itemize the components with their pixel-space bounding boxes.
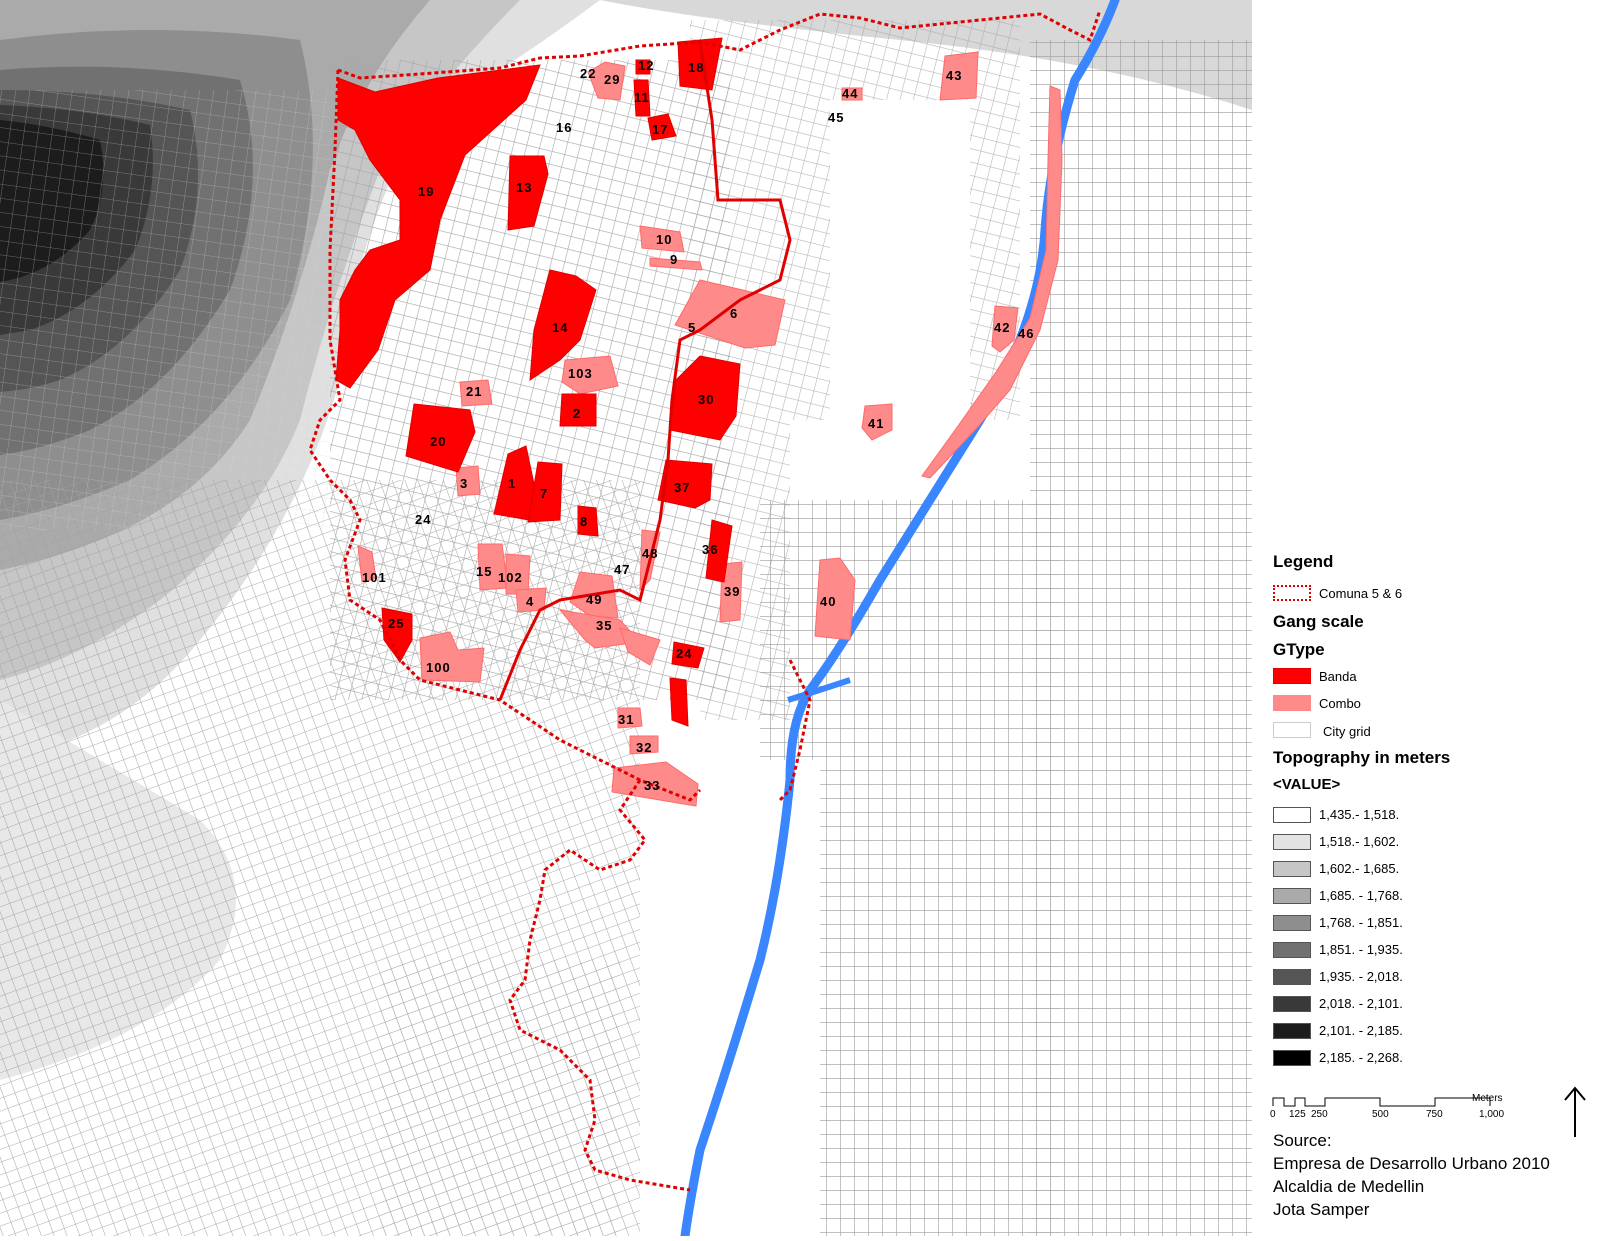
source-heading: Source: <box>1273 1131 1332 1150</box>
topo-label-2: 1,518.- 1,602. <box>1319 834 1400 849</box>
label-30: 30 <box>698 392 714 407</box>
boundary-label: Comuna 5 & 6 <box>1319 586 1403 601</box>
label-15: 15 <box>476 564 492 579</box>
label-102: 102 <box>498 570 523 585</box>
label-22: 22 <box>580 66 596 81</box>
label-7: 7 <box>540 486 548 501</box>
city-grid-label: City grid <box>1323 724 1371 739</box>
label-101: 101 <box>362 570 387 585</box>
label-29: 29 <box>604 72 620 87</box>
label-37: 37 <box>674 480 690 495</box>
banda-label: Banda <box>1319 669 1357 684</box>
topo-swatch-8 <box>1273 996 1311 1012</box>
value-label: <VALUE> <box>1273 776 1341 793</box>
label-103: 103 <box>568 366 593 381</box>
label-21: 21 <box>466 384 482 399</box>
banda-swatch <box>1273 668 1311 684</box>
map-canvas[interactable]: 19 18 13 14 20 30 37 1 7 8 2 36 25 24 17… <box>0 0 1252 1241</box>
source-line-2: Alcaldia de Medellin <box>1273 1177 1425 1196</box>
legend-title: Legend <box>1273 552 1334 571</box>
topo-swatch-10 <box>1273 1050 1311 1066</box>
label-2: 2 <box>573 406 581 421</box>
gtype-label: GType <box>1273 640 1325 659</box>
label-44: 44 <box>842 86 858 101</box>
source-line-1: Empresa de Desarrollo Urbano 2010 <box>1273 1154 1550 1173</box>
topo-swatch-7 <box>1273 969 1311 985</box>
label-18: 18 <box>688 60 704 75</box>
label-35: 35 <box>596 618 612 633</box>
scale-tick-125: 125 <box>1289 1109 1306 1120</box>
label-42: 42 <box>994 320 1010 335</box>
label-43: 43 <box>946 68 962 83</box>
combo-label: Combo <box>1319 696 1361 711</box>
label-100: 100 <box>426 660 451 675</box>
label-20: 20 <box>430 434 446 449</box>
topo-label-9: 2,101. - 2,185. <box>1319 1023 1403 1038</box>
label-45: 45 <box>828 110 844 125</box>
topo-label-8: 2,018. - 2,101. <box>1319 996 1403 1011</box>
scale-tick-750: 750 <box>1426 1109 1443 1120</box>
label-3: 3 <box>460 476 468 491</box>
label-33: 33 <box>644 778 660 793</box>
north-arrow-icon <box>1564 1086 1586 1137</box>
label-25: 25 <box>388 616 404 631</box>
topo-label-10: 2,185. - 2,268. <box>1319 1050 1403 1065</box>
topo-label-6: 1,851. - 1,935. <box>1319 942 1403 957</box>
topo-label-1: 1,435.- 1,518. <box>1319 807 1400 822</box>
label-40: 40 <box>820 594 836 609</box>
label-5: 5 <box>688 320 696 335</box>
city-grid-swatch <box>1273 722 1311 738</box>
label-39: 39 <box>724 584 740 599</box>
scale-unit: Meters <box>1472 1093 1503 1104</box>
label-16: 16 <box>556 120 572 135</box>
label-31: 31 <box>618 712 634 727</box>
scale-tick-1000: 1,000 <box>1479 1109 1505 1120</box>
zone-unlabeled <box>669 677 689 727</box>
label-12: 12 <box>638 58 654 73</box>
topo-swatch-6 <box>1273 942 1311 958</box>
topo-swatch-9 <box>1273 1023 1311 1039</box>
topography-title: Topography in meters <box>1273 748 1451 767</box>
label-8: 8 <box>580 514 588 529</box>
label-9: 9 <box>670 252 678 267</box>
label-36: 36 <box>702 542 718 557</box>
scale-tick-250: 250 <box>1311 1109 1328 1120</box>
combo-swatch <box>1273 695 1311 711</box>
topo-swatch-1 <box>1273 807 1311 823</box>
scale-tick-0: 0 <box>1270 1109 1276 1120</box>
label-10: 10 <box>656 232 672 247</box>
topo-label-7: 1,935. - 2,018. <box>1319 969 1403 984</box>
gang-scale-label: Gang scale <box>1273 612 1364 631</box>
label-17: 17 <box>652 122 668 137</box>
boundary-swatch <box>1273 585 1311 601</box>
label-49: 49 <box>586 592 602 607</box>
label-24b: 24 <box>676 646 692 661</box>
scale-tick-500: 500 <box>1372 1109 1389 1120</box>
label-14: 14 <box>552 320 568 335</box>
label-47: 47 <box>614 562 630 577</box>
source-line-3: Jota Samper <box>1273 1200 1370 1219</box>
topo-swatch-4 <box>1273 888 1311 904</box>
label-19: 19 <box>418 184 434 199</box>
label-48: 48 <box>642 546 658 561</box>
label-11: 11 <box>634 90 650 105</box>
topo-swatch-5 <box>1273 915 1311 931</box>
label-13: 13 <box>516 180 532 195</box>
label-4: 4 <box>526 594 534 609</box>
label-32: 32 <box>636 740 652 755</box>
legend-panel: Legend Comuna 5 & 6 Gang scale GType Ban… <box>1252 0 1600 1236</box>
topo-swatch-2 <box>1273 834 1311 850</box>
topo-label-5: 1,768. - 1,851. <box>1319 915 1403 930</box>
label-46: 46 <box>1018 326 1034 341</box>
topo-label-3: 1,602.- 1,685. <box>1319 861 1400 876</box>
label-6: 6 <box>730 306 738 321</box>
label-1: 1 <box>508 476 516 491</box>
topo-label-4: 1,685. - 1,768. <box>1319 888 1403 903</box>
label-41: 41 <box>868 416 884 431</box>
topo-swatch-3 <box>1273 861 1311 877</box>
label-24: 24 <box>415 512 431 527</box>
